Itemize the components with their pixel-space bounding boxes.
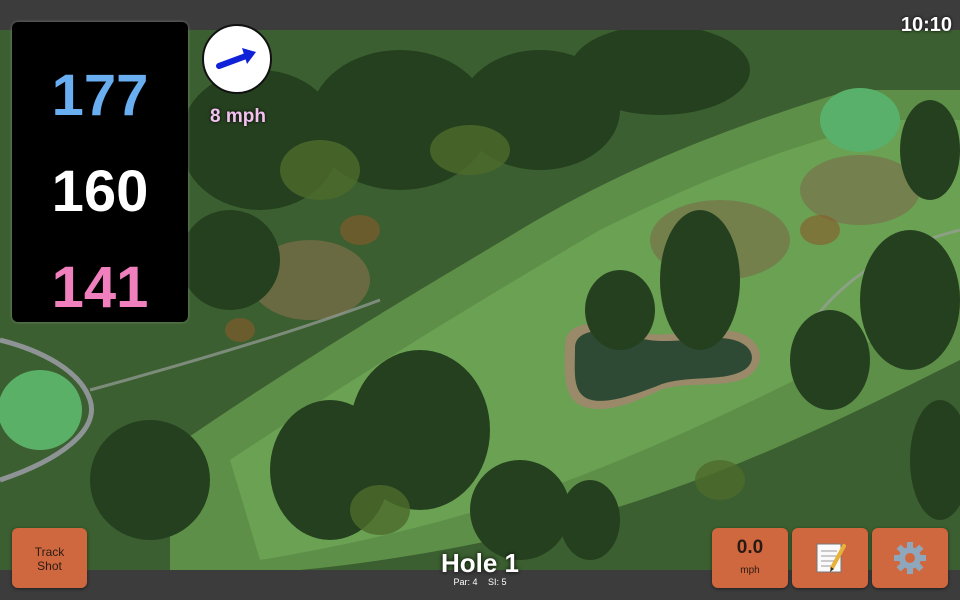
wind-speed: 8 mph — [210, 106, 266, 127]
speed-button[interactable]: 0.0 mph — [712, 528, 788, 588]
hole-stroke-index: SI: 5 — [488, 577, 507, 587]
wind-direction-indicator — [202, 24, 272, 94]
arrow-icon — [216, 48, 256, 69]
hole-info: Par: 4 SI: 5 — [380, 577, 580, 587]
speed-unit: mph — [740, 565, 760, 576]
track-shot-label-line2: Shot — [37, 559, 62, 573]
distance-panel: 177 160 141 — [12, 22, 188, 322]
notes-button[interactable] — [792, 528, 868, 588]
distance-middle: 160 — [51, 159, 149, 224]
track-shot-label-line1: Track — [34, 545, 65, 559]
clock: 10:10 — [900, 14, 952, 36]
notepad-icon — [816, 543, 846, 573]
hole-title: Hole 1 — [440, 548, 520, 578]
gear-icon — [894, 542, 926, 574]
track-shot-button[interactable]: Track Shot — [12, 528, 87, 588]
distance-front: 141 — [51, 255, 149, 320]
distance-back: 177 — [51, 63, 149, 128]
settings-button[interactable] — [872, 528, 948, 588]
speed-value: 0.0 — [736, 537, 764, 558]
hole-par: Par: 4 — [453, 577, 478, 587]
